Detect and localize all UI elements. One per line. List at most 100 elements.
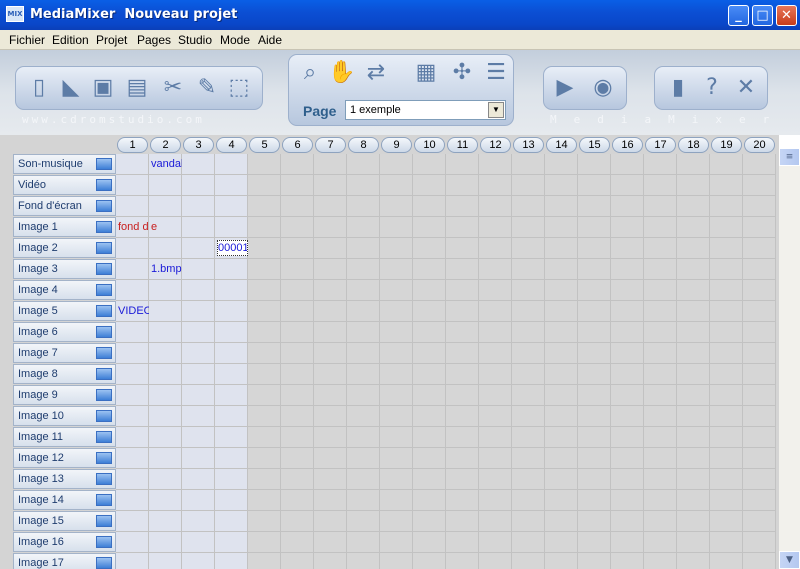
- grid-cell[interactable]: [347, 196, 380, 217]
- column-header-18[interactable]: 18: [678, 137, 709, 153]
- grid-cell[interactable]: [479, 217, 512, 238]
- grid-cell[interactable]: [248, 511, 281, 532]
- grid-cell[interactable]: [116, 532, 149, 553]
- grid-cell[interactable]: [512, 553, 545, 569]
- grid-cell[interactable]: [281, 448, 314, 469]
- grid-cell[interactable]: [644, 469, 677, 490]
- grid-cell[interactable]: [644, 196, 677, 217]
- grid-cell[interactable]: [710, 301, 743, 322]
- grid-cell[interactable]: [710, 280, 743, 301]
- grid-cell[interactable]: [347, 511, 380, 532]
- grid-cell[interactable]: [578, 238, 611, 259]
- grid-cell[interactable]: [710, 238, 743, 259]
- grid-cell[interactable]: [281, 259, 314, 280]
- grid-cell[interactable]: [347, 154, 380, 175]
- grid-cell[interactable]: [743, 322, 776, 343]
- grid-cell[interactable]: [413, 553, 446, 569]
- hand-icon[interactable]: ✋: [327, 57, 357, 89]
- grid-cell[interactable]: [677, 301, 710, 322]
- grid-cell[interactable]: [149, 511, 182, 532]
- grid-cell[interactable]: [479, 490, 512, 511]
- row-header[interactable]: Image 1: [13, 217, 116, 237]
- grid-cell[interactable]: [611, 511, 644, 532]
- grid-cell[interactable]: [644, 280, 677, 301]
- grid-cell[interactable]: [149, 322, 182, 343]
- grid-cell[interactable]: [182, 532, 215, 553]
- grid-cell[interactable]: [479, 469, 512, 490]
- grid-cell[interactable]: [479, 259, 512, 280]
- grid-cell[interactable]: [545, 196, 578, 217]
- grid-cell[interactable]: [413, 301, 446, 322]
- row-header[interactable]: Image 9: [13, 385, 116, 405]
- grid-cell[interactable]: [248, 259, 281, 280]
- grid-cell[interactable]: [248, 301, 281, 322]
- grid-cell[interactable]: [578, 217, 611, 238]
- grid-cell[interactable]: [479, 301, 512, 322]
- grid-cell[interactable]: [677, 280, 710, 301]
- grid-cell[interactable]: [413, 364, 446, 385]
- column-header-2[interactable]: 2: [150, 137, 181, 153]
- grid-cell[interactable]: [182, 217, 215, 238]
- grid-cell[interactable]: [578, 490, 611, 511]
- grid-cell[interactable]: [479, 385, 512, 406]
- grid-cell[interactable]: [710, 322, 743, 343]
- menu-edition[interactable]: Edition: [52, 33, 89, 47]
- grid-cell[interactable]: [413, 196, 446, 217]
- grid-cell[interactable]: [281, 238, 314, 259]
- grid-cell[interactable]: [182, 490, 215, 511]
- grid-cell[interactable]: [578, 511, 611, 532]
- grid-cell[interactable]: [512, 196, 545, 217]
- grid-cell[interactable]: [611, 385, 644, 406]
- grid-cell[interactable]: [710, 490, 743, 511]
- grid-cell[interactable]: [347, 490, 380, 511]
- column-header-19[interactable]: 19: [711, 137, 742, 153]
- grid-cell[interactable]: [149, 175, 182, 196]
- grid-cell[interactable]: [743, 532, 776, 553]
- grid-cell[interactable]: [182, 364, 215, 385]
- grid-cell[interactable]: [644, 385, 677, 406]
- grid-cell[interactable]: [314, 364, 347, 385]
- grid-cell[interactable]: [479, 532, 512, 553]
- column-header-10[interactable]: 10: [414, 137, 445, 153]
- grid-cell[interactable]: [281, 217, 314, 238]
- cut-scissors-icon[interactable]: ✂: [158, 72, 188, 104]
- grid-cell[interactable]: [644, 217, 677, 238]
- grid-cell[interactable]: [248, 154, 281, 175]
- grid-cell[interactable]: [512, 427, 545, 448]
- vertical-scrollbar[interactable]: ≡ ▼: [779, 148, 800, 569]
- grid-cell[interactable]: [380, 553, 413, 569]
- grid-cell[interactable]: [314, 448, 347, 469]
- grid-cell[interactable]: [743, 238, 776, 259]
- grid-cell[interactable]: [677, 175, 710, 196]
- grid-cell[interactable]: [380, 280, 413, 301]
- grid-cell[interactable]: [512, 469, 545, 490]
- grid-cell[interactable]: [512, 280, 545, 301]
- grid-cell[interactable]: [710, 532, 743, 553]
- grid-cell[interactable]: [182, 406, 215, 427]
- row-header[interactable]: Image 6: [13, 322, 116, 342]
- grid-cell[interactable]: [314, 259, 347, 280]
- document-icon[interactable]: ▤: [122, 72, 152, 104]
- grid-cell[interactable]: [545, 280, 578, 301]
- grid-cell[interactable]: [578, 175, 611, 196]
- grid-cell[interactable]: [479, 280, 512, 301]
- grid-cell[interactable]: [380, 385, 413, 406]
- grid-cell[interactable]: [116, 469, 149, 490]
- cell-content[interactable]: vandal: [151, 158, 182, 170]
- grid-cell[interactable]: [281, 280, 314, 301]
- grid-cell[interactable]: [347, 217, 380, 238]
- new-file-icon[interactable]: ▯: [24, 72, 54, 104]
- grid-cell[interactable]: [116, 553, 149, 569]
- grid-cell[interactable]: [677, 154, 710, 175]
- grid-cell[interactable]: [677, 343, 710, 364]
- row-header[interactable]: Image 14: [13, 490, 116, 510]
- grid-cell[interactable]: [743, 490, 776, 511]
- column-header-12[interactable]: 12: [480, 137, 511, 153]
- image-icon[interactable]: [96, 557, 112, 569]
- grid-cell[interactable]: [413, 511, 446, 532]
- column-header-5[interactable]: 5: [249, 137, 280, 153]
- grid-cell[interactable]: [380, 196, 413, 217]
- grid-cell[interactable]: [413, 448, 446, 469]
- grid-cell[interactable]: [182, 511, 215, 532]
- grid-cell[interactable]: [710, 427, 743, 448]
